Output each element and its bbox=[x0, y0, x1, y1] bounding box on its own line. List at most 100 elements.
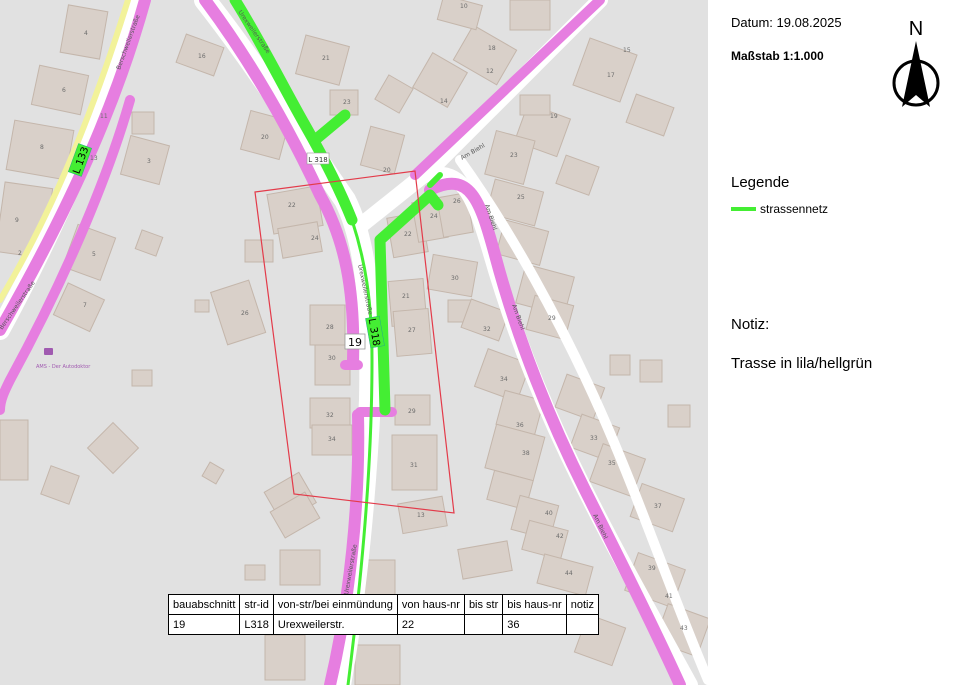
col-header-bis-haus-nr: bis haus-nr bbox=[502, 594, 567, 615]
cell-bis-haus-nr: 36 bbox=[502, 614, 567, 635]
house-number: 27 bbox=[408, 327, 416, 334]
house-number: 28 bbox=[326, 324, 334, 331]
building bbox=[509, 0, 551, 31]
side-panel: Datum: 19.08.2025 Maßstab 1:1.000 N Lege… bbox=[708, 0, 970, 685]
house-number: 26 bbox=[241, 310, 249, 317]
building bbox=[131, 369, 153, 387]
l318-small-shield: L 318 bbox=[306, 152, 330, 165]
house-number: 8 bbox=[40, 144, 44, 151]
house-number: 30 bbox=[328, 355, 336, 362]
house-number: 14 bbox=[440, 98, 448, 105]
house-number: 24 bbox=[430, 213, 438, 220]
col-header-von-str: von-str/bei einmündung bbox=[272, 594, 398, 615]
date-label: Datum: 19.08.2025 bbox=[731, 15, 842, 30]
house-number: 20 bbox=[383, 167, 391, 174]
house-number: 17 bbox=[607, 72, 615, 79]
house-number: 38 bbox=[522, 450, 530, 457]
house-number: 11 bbox=[100, 113, 108, 120]
building bbox=[354, 644, 401, 686]
map-canvas: 19 L 318 L 133 L 318 Urexweilerstraße Ur… bbox=[0, 0, 713, 690]
building bbox=[639, 359, 663, 383]
house-number: 2 bbox=[18, 250, 22, 257]
col-header-str-id: str-id bbox=[239, 594, 274, 615]
house-number: 31 bbox=[410, 462, 418, 469]
house-number: 29 bbox=[408, 408, 416, 415]
building bbox=[244, 239, 274, 263]
col-header-bauabschnitt: bauabschnitt bbox=[167, 594, 241, 615]
building bbox=[131, 111, 155, 135]
building bbox=[244, 564, 266, 581]
l318-small-label: L 318 bbox=[308, 156, 328, 164]
house-number: 30 bbox=[451, 275, 459, 282]
poi-label: AMS - Der Autodoktor bbox=[36, 364, 91, 370]
cell-von-str: Urexweilerstr. bbox=[272, 614, 398, 635]
building bbox=[264, 634, 306, 681]
house-number: 21 bbox=[402, 293, 410, 300]
map-view[interactable]: 19 L 318 L 133 L 318 Urexweilerstraße Ur… bbox=[0, 0, 713, 690]
house-number: 3 bbox=[147, 158, 151, 165]
house-number: 13 bbox=[90, 155, 98, 162]
cell-str-id: L318 bbox=[239, 614, 274, 635]
col-header-bis-str: bis str bbox=[463, 594, 504, 615]
house-number: 21 bbox=[322, 55, 330, 62]
building bbox=[279, 549, 321, 586]
notes-text: Trasse in lila/hellgrün bbox=[731, 355, 873, 372]
cell-von-haus-nr: 22 bbox=[396, 614, 465, 635]
house-number: 16 bbox=[198, 53, 206, 60]
house-number: 9 bbox=[15, 217, 19, 224]
table-row: 19 L318 Urexweilerstr. 22 36 bbox=[167, 614, 599, 635]
house-number: 34 bbox=[328, 436, 336, 443]
legend-label-strassennetz: strassennetz bbox=[760, 202, 829, 216]
house-number: 25 bbox=[517, 194, 525, 201]
cell-notiz bbox=[565, 614, 599, 635]
building bbox=[519, 94, 551, 116]
house-number: 33 bbox=[590, 435, 598, 442]
house-number: 24 bbox=[311, 235, 319, 242]
cell-bauabschnitt: 19 bbox=[167, 614, 241, 635]
house-number: 36 bbox=[516, 422, 524, 429]
house-number: 23 bbox=[343, 99, 351, 106]
house-number: 18 bbox=[488, 45, 496, 52]
house-number: 20 bbox=[261, 134, 269, 141]
house-number: 22 bbox=[288, 202, 296, 209]
col-header-von-haus-nr: von haus-nr bbox=[396, 594, 465, 615]
building bbox=[194, 299, 210, 313]
building bbox=[0, 419, 29, 481]
house-number: 44 bbox=[565, 570, 573, 577]
scale-label: Maßstab 1:1.000 bbox=[731, 49, 824, 63]
car-icon bbox=[44, 348, 53, 355]
house-number: 35 bbox=[608, 460, 616, 467]
legend-title: Legende bbox=[731, 174, 790, 191]
house-number: 26 bbox=[453, 198, 461, 205]
house-number: 22 bbox=[404, 231, 412, 238]
north-arrow-icon: N bbox=[884, 17, 948, 113]
building bbox=[609, 354, 631, 376]
house-number: 42 bbox=[556, 533, 564, 540]
house-number: 15 bbox=[623, 47, 631, 54]
house-number: 43 bbox=[680, 625, 688, 632]
house-number: 39 bbox=[648, 565, 656, 572]
col-header-notiz: notiz bbox=[565, 594, 599, 615]
table-header-row: bauabschnitt str-id von-str/bei einmündu… bbox=[167, 594, 599, 615]
legend-swatch-strassennetz bbox=[731, 207, 756, 211]
house-number: 6 bbox=[62, 87, 66, 94]
house-number: 23 bbox=[510, 152, 518, 159]
building bbox=[667, 404, 691, 428]
house-number: 5 bbox=[92, 251, 96, 258]
house-number: 37 bbox=[654, 503, 662, 510]
house-number: 29 bbox=[548, 315, 556, 322]
house-number: 40 bbox=[545, 510, 553, 517]
house-number: 34 bbox=[500, 376, 508, 383]
house-number: 7 bbox=[83, 302, 87, 309]
segment-table: bauabschnitt str-id von-str/bei einmündu… bbox=[167, 594, 599, 635]
north-letter: N bbox=[909, 18, 923, 40]
house-number: 32 bbox=[483, 326, 491, 333]
notes-title: Notiz: bbox=[731, 316, 770, 333]
section-marker-label: 19 bbox=[348, 336, 362, 349]
north-arrow-svg: N bbox=[892, 18, 940, 107]
house-number: 41 bbox=[665, 593, 673, 600]
house-number: 32 bbox=[326, 412, 334, 419]
house-number: 4 bbox=[84, 30, 88, 37]
house-number: 13 bbox=[417, 512, 425, 519]
house-number: 12 bbox=[486, 68, 494, 75]
